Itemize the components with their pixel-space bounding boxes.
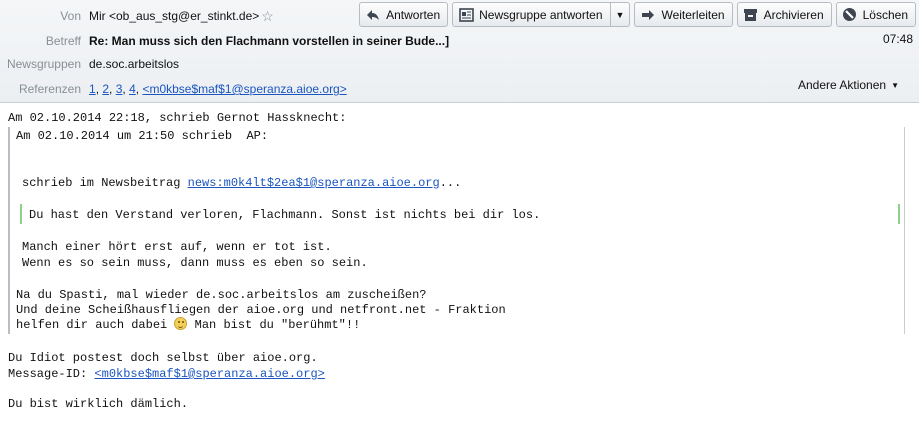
reply-line-1: Du Idiot postest doch selbst über aioe.o…: [8, 351, 318, 365]
message-id-line: Message-ID: <m0kbse$maf$1@speranza.aioe.…: [8, 366, 325, 382]
delete-circle-icon: [842, 7, 858, 23]
reply-line-2: Du bist wirklich dämlich.: [8, 397, 189, 411]
subject-label: Betreff: [45, 34, 81, 48]
message-time: 07:48: [882, 32, 913, 46]
reply-newsgroup-label: Newsgruppe antworten: [479, 7, 603, 22]
newsbeitrag-prefix: schrieb im Newsbeitrag: [22, 176, 188, 190]
reference-link-4[interactable]: 4: [129, 82, 136, 96]
reply-label: Antworten: [386, 7, 441, 22]
intro-line: Am 02.10.2014 22:18, schrieb Gernot Hass…: [8, 111, 347, 125]
reply-arrow-icon: [365, 7, 381, 23]
newsgroups-value[interactable]: de.soc.arbeitslos: [89, 57, 179, 71]
newsgroup-icon: [458, 7, 474, 23]
text-line-d: Und deine Scheißhausfliegen der aioe.org…: [16, 303, 506, 317]
newsbeitrag-suffix: ...: [439, 176, 462, 190]
newsgroups-label: Newsgruppen: [6, 57, 81, 71]
other-actions-label: Andere Aktionen: [798, 78, 887, 92]
references-row: Referenzen 1, 2, 3, 4, <m0kbse$maf$1@spe…: [0, 78, 347, 100]
smiley-icon: [174, 317, 188, 330]
reference-link-msgid[interactable]: <m0kbse$maf$1@speranza.aioe.org>: [142, 82, 346, 96]
references-label: Referenzen: [18, 82, 81, 96]
other-actions-menu[interactable]: Andere Aktionen ▼: [798, 78, 899, 92]
text-line-e-start: helfen dir auch dabei: [16, 318, 175, 332]
text-line-b: Wenn es so sein muss, dann muss es eben …: [22, 256, 368, 270]
archive-box-icon: [743, 7, 759, 23]
message-toolbar: Antworten Newsgruppe antworten ▼ Weiterl…: [359, 2, 916, 27]
text-line-a: Manch einer hört erst auf, wenn er tot i…: [22, 240, 332, 254]
forward-arrow-icon: [640, 7, 656, 23]
caret-down-icon: ▼: [891, 80, 899, 90]
star-icon[interactable]: ☆: [261, 8, 274, 25]
from-label: Von: [60, 9, 81, 23]
newsbeitrag-line: schrieb im Newsbeitrag news:m0k4lt$2ea$1…: [22, 175, 461, 191]
reference-link-2[interactable]: 2: [102, 82, 109, 96]
subject-value: Re: Man muss sich den Flachmann vorstell…: [89, 34, 450, 48]
reply-newsgroup-button[interactable]: Newsgruppe antworten: [452, 2, 611, 27]
references-list: 1, 2, 3, 4, <m0kbse$maf$1@speranza.aioe.…: [89, 82, 347, 96]
text-line-e-end: Man bist du "berühmt"!!: [187, 318, 361, 332]
from-row: Von Mir <ob_aus_stg@er_stinkt.de> ☆: [0, 5, 274, 27]
delete-label: Löschen: [862, 7, 908, 22]
quote-intro-line: Am 02.10.2014 um 21:50 schrieb AP:: [16, 129, 269, 143]
delete-button[interactable]: Löschen: [835, 2, 916, 27]
newsbeitrag-link[interactable]: news:m0k4lt$2ea$1@speranza.aioe.org: [188, 176, 440, 190]
reference-link-3[interactable]: 3: [116, 82, 123, 96]
message-header: Von Mir <ob_aus_stg@er_stinkt.de> ☆ Antw…: [0, 0, 919, 103]
archive-label: Archivieren: [763, 7, 824, 22]
reply-options-dropdown[interactable]: ▼: [610, 2, 631, 27]
forward-button[interactable]: Weiterleiten: [634, 2, 733, 27]
message-id-link[interactable]: <m0kbse$maf$1@speranza.aioe.org>: [94, 367, 324, 381]
archive-button[interactable]: Archivieren: [736, 2, 832, 27]
chevron-down-icon: ▼: [615, 9, 625, 20]
forward-label: Weiterleiten: [661, 7, 725, 22]
message-body: Am 02.10.2014 22:18, schrieb Gernot Hass…: [0, 104, 919, 430]
nested-quote-line: Du hast den Verstand verloren, Flachmann…: [29, 208, 541, 222]
reference-link-1[interactable]: 1: [89, 82, 96, 96]
subject-row: Betreff Re: Man muss sich den Flachmann …: [0, 30, 449, 52]
reply-newsgroup-split: Newsgruppe antworten ▼: [452, 2, 631, 27]
text-line-e: helfen dir auch dabei Man bist du "berüh…: [16, 317, 360, 333]
newsgroups-row: Newsgruppen de.soc.arbeitslos: [0, 53, 179, 75]
from-value[interactable]: Mir <ob_aus_stg@er_stinkt.de>: [89, 9, 259, 23]
reply-button[interactable]: Antworten: [359, 2, 449, 27]
text-line-c: Na du Spasti, mal wieder de.soc.arbeitsl…: [16, 288, 427, 302]
message-id-label: Message-ID:: [8, 367, 95, 381]
